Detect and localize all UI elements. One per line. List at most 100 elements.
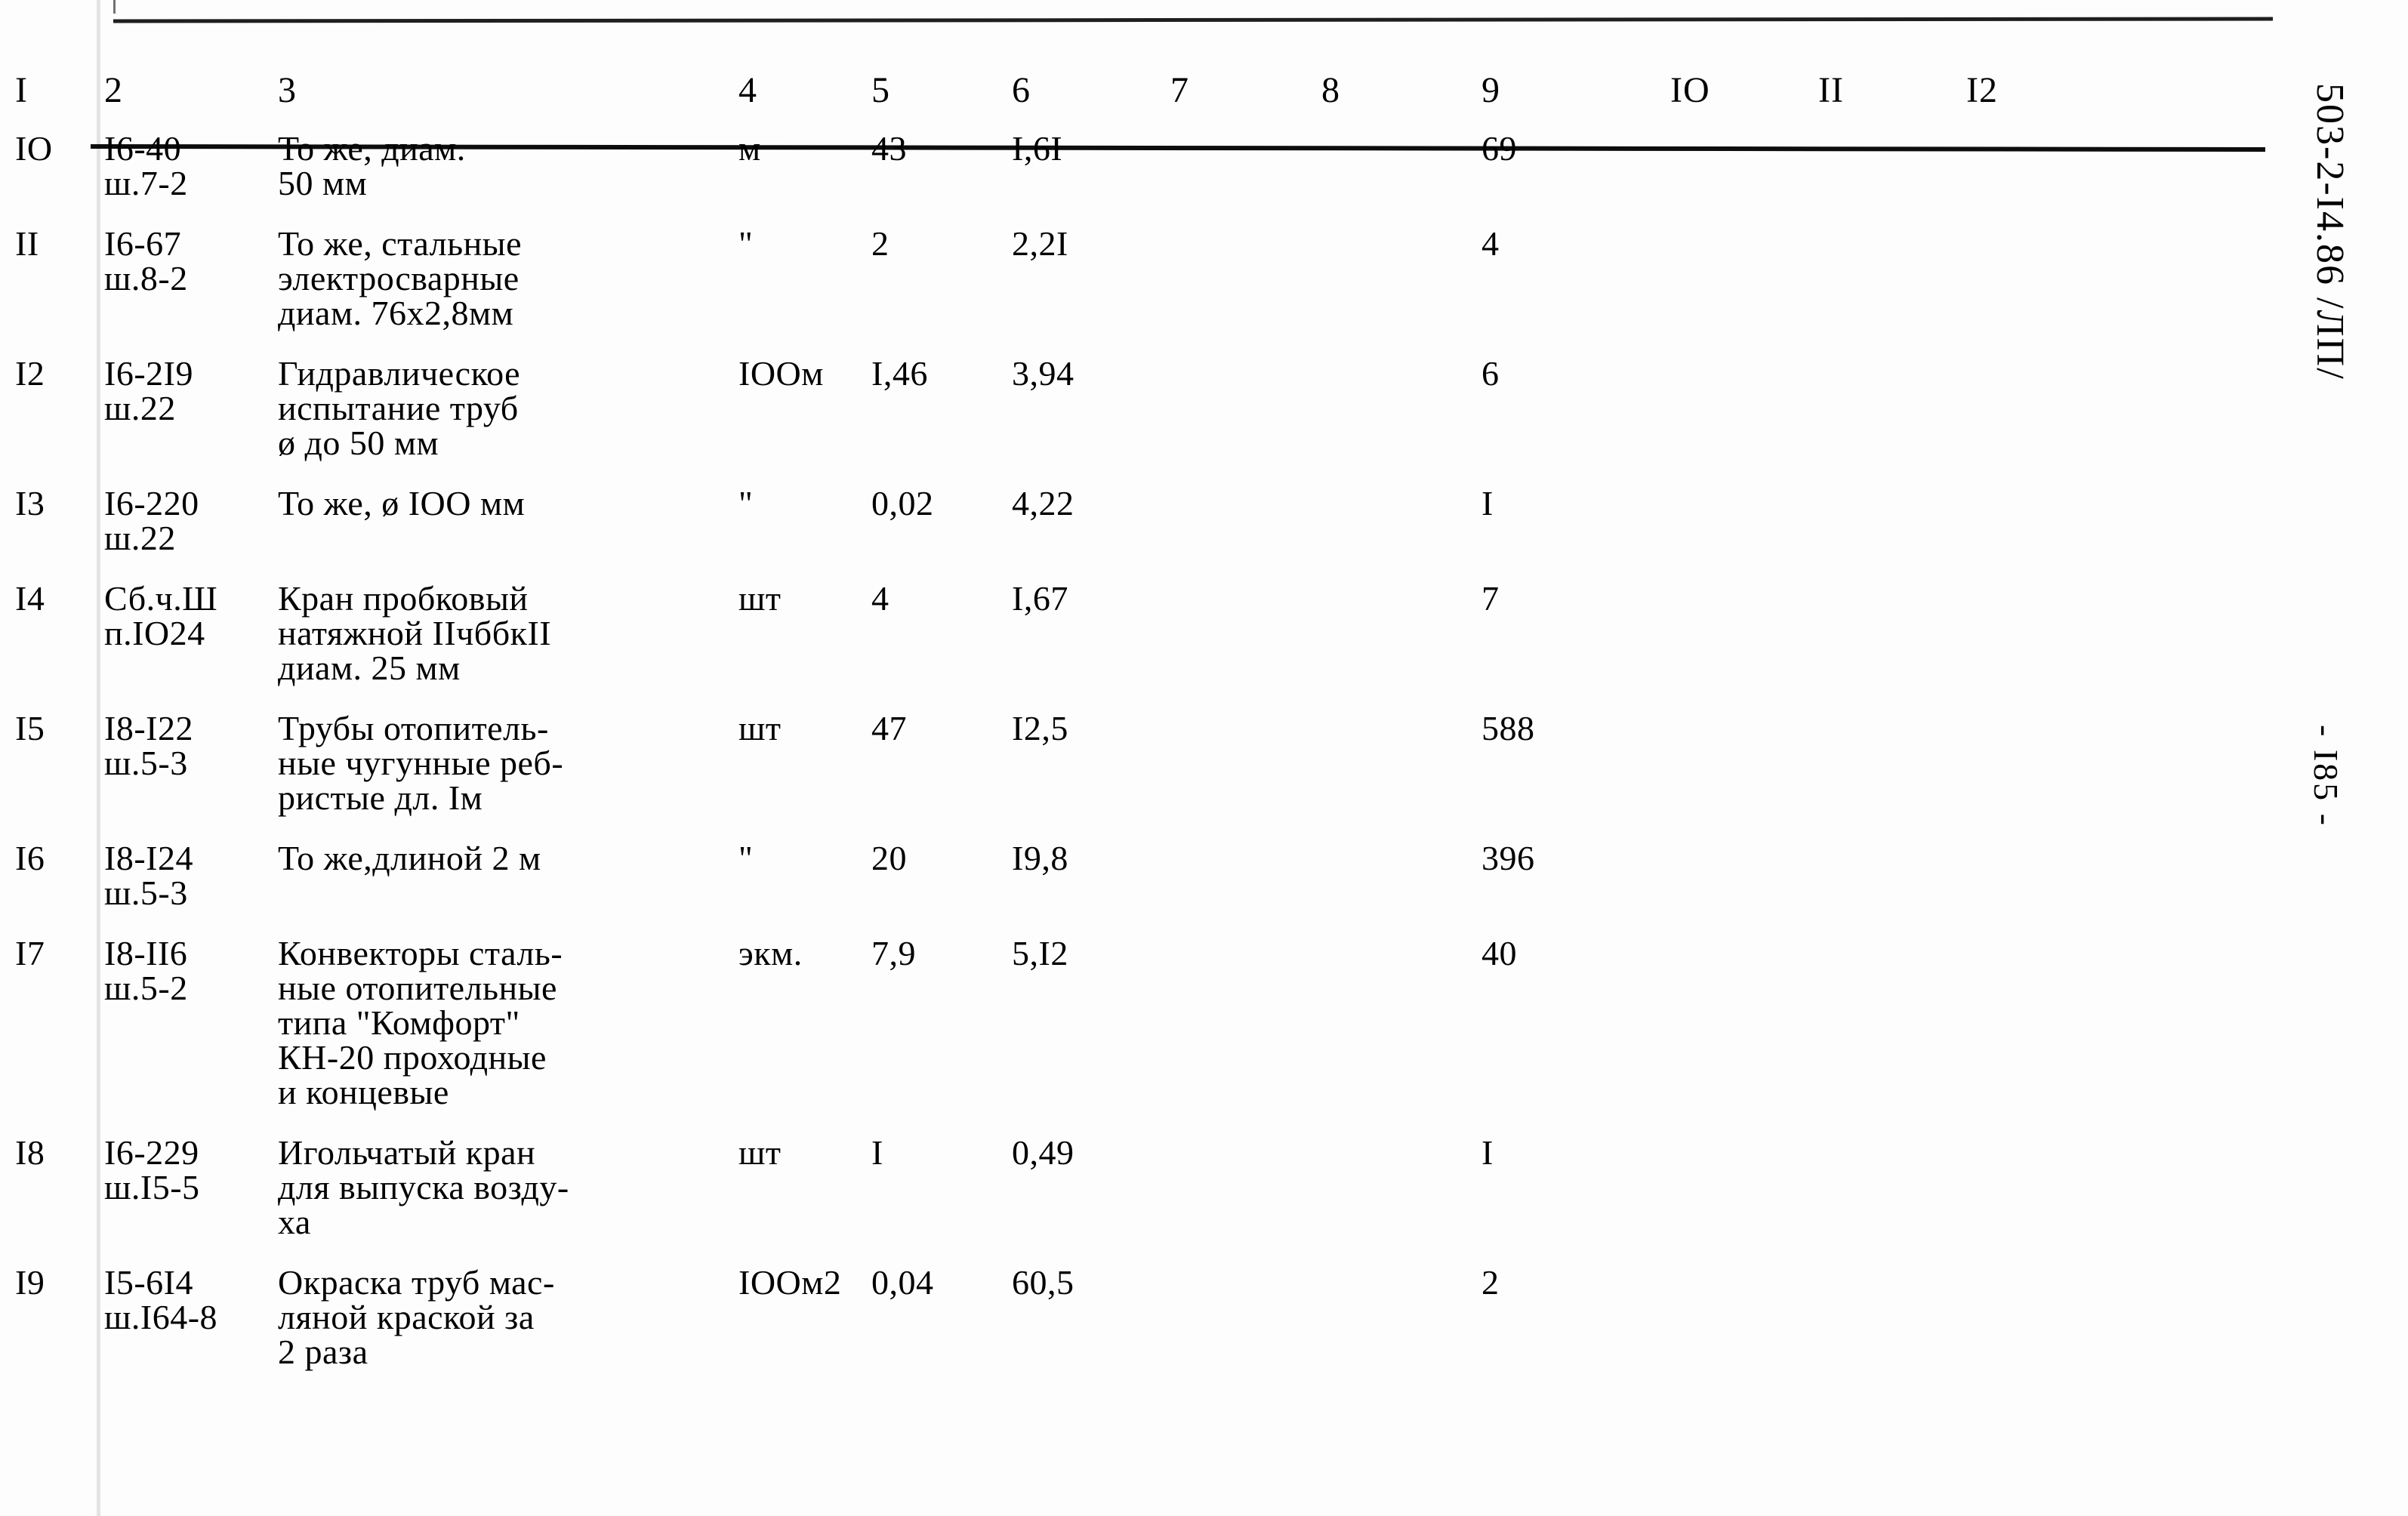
- row-norm-code-lines: I8-II6 ш.5-2: [104, 936, 278, 1006]
- row-col11: [1818, 1110, 1966, 1240]
- row-description-line: То же, стальные: [278, 224, 523, 263]
- row-norm-code: I8-I22 ш.5-3: [104, 686, 278, 815]
- row-norm-code-line: I6-40: [104, 129, 182, 168]
- row-col11: [1818, 461, 1966, 556]
- row-description-line: типа "Комфорт": [278, 1003, 520, 1042]
- row-unit-price: 5,I2: [1012, 934, 1068, 972]
- row-col11: [1818, 109, 1966, 201]
- row-col8: [1321, 331, 1481, 461]
- row-norm-code: I6-67 ш.8-2: [104, 201, 278, 331]
- column-header-11: II: [1818, 70, 1844, 110]
- column-header-9: 9: [1481, 70, 1500, 110]
- row-norm-code-line: I8-II6: [104, 934, 188, 972]
- table-row: I5 I8-I22 ш.5-3 Трубы отопитель-ные чугунны…: [15, 686, 2110, 815]
- row-description-line: диам. 76х2,8мм: [278, 294, 514, 332]
- table-row: II I6-67 ш.8-2 То же, стальные электросварны…: [15, 201, 2110, 331]
- estimate-table: I 2 3 4 5 6 7 8 9 IO II I2 IO I6-40 ш.7-2 Т…: [15, 72, 2110, 1370]
- row-description-line: КН-20 проходные: [278, 1038, 547, 1077]
- row-description: Гидравлическое испытание труб ø до 50 мм: [278, 331, 738, 461]
- row-col11: [1818, 815, 1966, 911]
- table-header-row: I 2 3 4 5 6 7 8 9 IO II I2: [15, 72, 2110, 109]
- row-unit: IOOм: [738, 354, 824, 393]
- row-norm-code: I6-2I9 ш.22: [104, 331, 278, 461]
- column-header-7: 7: [1170, 70, 1189, 110]
- row-total: 4: [1481, 224, 1500, 263]
- row-norm-code-line: ш.7-2: [104, 164, 188, 202]
- row-position-number: I5: [15, 709, 45, 747]
- row-col10: [1670, 686, 1818, 815]
- row-description-lines: Кран пробковый натяжной IIчббкII диам. 25 …: [278, 581, 738, 686]
- row-description: Кран пробковый натяжной IIчббкII диам. 25 …: [278, 556, 738, 686]
- row-description-lines: То же,длиной 2 м: [278, 841, 738, 876]
- row-norm-code-line: ш.5-3: [104, 744, 188, 782]
- row-unit: ": [738, 484, 754, 522]
- row-norm-code-line: ш.22: [104, 389, 176, 427]
- row-unit: шт: [738, 1133, 782, 1172]
- row-col7: [1170, 109, 1321, 201]
- row-unit-price: 3,94: [1012, 354, 1075, 393]
- row-unit: ": [738, 839, 754, 877]
- row-description: Игольчатый кран для выпуска возду-ха: [278, 1110, 738, 1240]
- row-col7: [1170, 1110, 1321, 1240]
- row-total: 396: [1481, 839, 1535, 877]
- row-col8: [1321, 556, 1481, 686]
- row-norm-code-lines: Сб.ч.Ш п.IO24: [104, 581, 278, 651]
- row-col12: [1966, 556, 2110, 686]
- row-description-line: испытание труб: [278, 389, 519, 427]
- row-quantity: 2: [871, 224, 890, 263]
- document-code-label: 503-2-I4.86 /ЛП/: [2308, 83, 2351, 381]
- row-norm-code: Сб.ч.Ш п.IO24: [104, 556, 278, 686]
- row-unit: ": [738, 224, 754, 263]
- row-total: 69: [1481, 129, 1517, 168]
- row-unit-price: I2,5: [1012, 709, 1068, 747]
- row-norm-code-line: Сб.ч.Ш: [104, 579, 218, 618]
- row-norm-code: I6-229 ш.I5-5: [104, 1110, 278, 1240]
- row-col11: [1818, 686, 1966, 815]
- row-unit-price: I,6I: [1012, 129, 1063, 168]
- row-col12: [1966, 109, 2110, 201]
- row-quantity: I,46: [871, 354, 928, 393]
- row-position-number: II: [15, 224, 39, 263]
- column-header-5: 5: [871, 70, 890, 110]
- row-col11: [1818, 911, 1966, 1110]
- row-unit: экм.: [738, 934, 803, 972]
- row-quantity: 7,9: [871, 934, 916, 972]
- row-description-line: диам. 25 мм: [278, 649, 461, 687]
- row-col12: [1966, 1240, 2110, 1370]
- row-position-number: I4: [15, 579, 45, 618]
- row-description-lines: То же, ø IOO мм: [278, 486, 738, 521]
- row-description-line: ляной краской за: [278, 1298, 535, 1336]
- row-norm-code-line: ш.I64-8: [104, 1298, 218, 1336]
- row-description-line: Конвекторы сталь-: [278, 934, 563, 972]
- row-col11: [1818, 201, 1966, 331]
- row-col10: [1670, 1240, 1818, 1370]
- row-description-lines: То же, стальные электросварные диам. 76х2,…: [278, 226, 738, 331]
- row-position-number: I6: [15, 839, 45, 877]
- row-description-line: То же, диам.: [278, 129, 466, 168]
- row-col7: [1170, 815, 1321, 911]
- row-unit-price: 0,49: [1012, 1133, 1075, 1172]
- row-description-line: Трубы отопитель-: [278, 709, 549, 747]
- row-norm-code-line: I6-67: [104, 224, 182, 263]
- row-col12: [1966, 686, 2110, 815]
- column-header-6: 6: [1012, 70, 1031, 110]
- column-header-3: 3: [278, 70, 297, 110]
- row-col10: [1670, 815, 1818, 911]
- row-quantity: 47: [871, 709, 907, 747]
- row-col11: [1818, 556, 1966, 686]
- column-header-4: 4: [738, 70, 757, 110]
- row-norm-code-line: ш.5-2: [104, 969, 188, 1007]
- row-norm-code-line: I6-229: [104, 1133, 199, 1172]
- table-row: I3 I6-220 ш.22 То же, ø IOO мм " 0,02 4,22 I: [15, 461, 2110, 556]
- right-margin-block: 503-2-I4.86 /ЛП/ - I85 -: [2239, 0, 2397, 1516]
- row-description-line: Кран пробковый: [278, 579, 529, 618]
- row-quantity: 20: [871, 839, 907, 877]
- row-total: 2: [1481, 1263, 1500, 1302]
- row-description-line: Гидравлическое: [278, 354, 521, 393]
- row-col8: [1321, 461, 1481, 556]
- row-col7: [1170, 686, 1321, 815]
- table-body: IO I6-40 ш.7-2 То же, диам. 50 мм м 43 I,6I 69 II…: [15, 109, 2110, 1370]
- row-description-lines: Трубы отопитель-ные чугунные реб-ристые …: [278, 711, 738, 815]
- row-col7: [1170, 556, 1321, 686]
- row-description-line: Окраска труб мас-: [278, 1263, 555, 1302]
